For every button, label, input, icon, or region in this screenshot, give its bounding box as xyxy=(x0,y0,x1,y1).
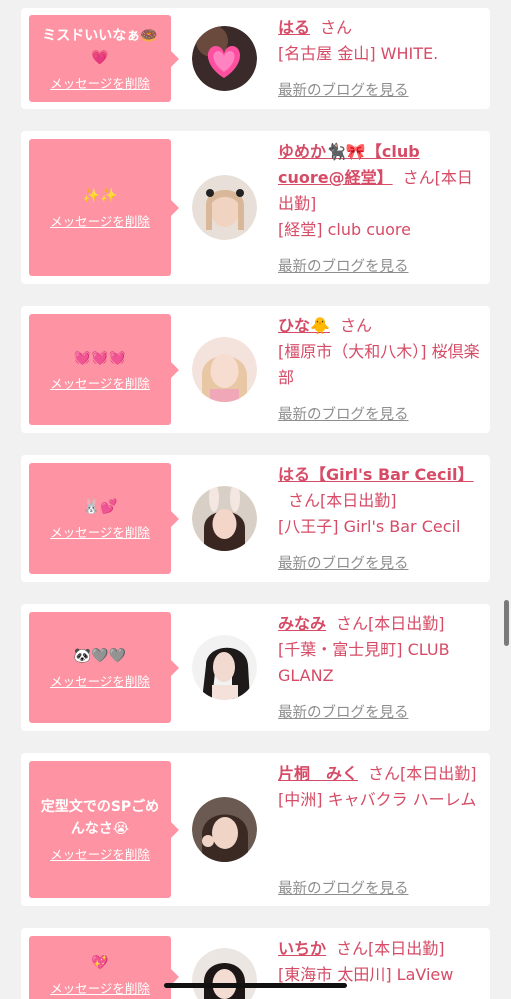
message-text: ミスドいいなぁ🍩💗 xyxy=(42,28,158,66)
latest-blog-link[interactable]: 最新のブログを見る xyxy=(278,255,409,276)
avatar[interactable] xyxy=(192,175,257,240)
latest-blog-link[interactable]: 最新のブログを見る xyxy=(278,701,409,722)
message-text: 💖 xyxy=(91,955,109,971)
shop-name: [経堂] club cuore xyxy=(278,220,411,239)
cast-info: ゆめか🐈‍⬛🎀【club cuore@経堂】 さん[本日出勤] [経堂] club… xyxy=(278,139,486,243)
delete-message-link[interactable]: メッセージを削除 xyxy=(50,671,150,690)
cast-info: 片桐 みく さん[本日出勤] [中洲] キャバクラ ハーレム xyxy=(278,761,486,813)
message-bubble: 💓💓💓 メッセージを削除 xyxy=(29,314,179,425)
message-bubble: 🐰💕 メッセージを削除 xyxy=(29,463,179,574)
shop-name: [千葉・富士見町] CLUB GLANZ xyxy=(278,640,450,685)
message-text: 💓💓💓 xyxy=(73,350,127,366)
avatar[interactable] xyxy=(192,797,257,862)
cast-name-link[interactable]: 片桐 みく xyxy=(278,764,358,783)
message-card: 🐼🩶🩶 メッセージを削除 みなみ さん[本日出勤] [千葉・富士見町] CLUB … xyxy=(21,604,490,731)
latest-blog-link[interactable]: 最新のブログを見る xyxy=(278,79,409,100)
cast-name-link[interactable]: ひな🐥 xyxy=(278,316,330,335)
message-text: 🐰💕 xyxy=(82,499,118,515)
honorific: さん xyxy=(339,316,372,335)
cast-name-link[interactable]: ゆめか🐈‍⬛🎀【club cuore@経堂】 xyxy=(278,142,420,187)
honorific: さん xyxy=(320,18,353,37)
delete-message-link[interactable]: メッセージを削除 xyxy=(50,978,150,997)
avatar[interactable] xyxy=(192,948,257,999)
message-text: ✨✨ xyxy=(82,188,118,204)
cast-info: みなみ さん[本日出勤] [千葉・富士見町] CLUB GLANZ xyxy=(278,611,486,689)
cast-info: いちか さん[本日出勤] [東海市 太田川] LaView xyxy=(278,936,486,988)
message-card: ✨✨ メッセージを削除 ゆめか🐈‍⬛🎀【club cuore@経堂】 さん[本日出… xyxy=(21,131,490,284)
shop-name: [中洲] キャバクラ ハーレム xyxy=(278,790,477,809)
cast-info: はる【Girl's Bar Cecil】さん[本日出勤] [八王子] Girl'… xyxy=(278,462,486,540)
shop-name: [名古屋 金山] WHITE. xyxy=(278,44,439,63)
home-indicator[interactable] xyxy=(164,983,347,988)
latest-blog-link[interactable]: 最新のブログを見る xyxy=(278,552,409,573)
cast-name-link[interactable]: はる xyxy=(278,18,310,37)
cast-info: ひな🐥 さん [橿原市（大和八木）] 桜倶楽部 xyxy=(278,313,486,391)
delete-message-link[interactable]: メッセージを削除 xyxy=(50,73,150,92)
message-card: 💖 メッセージを削除 いちか さん[本日出勤] [東海市 太田川] LaView xyxy=(21,928,490,999)
cast-name-link[interactable]: はる【Girl's Bar Cecil】 xyxy=(278,465,474,484)
message-bubble: 🐼🩶🩶 メッセージを削除 xyxy=(29,612,179,723)
message-text: 🐼🩶🩶 xyxy=(73,648,127,664)
latest-blog-link[interactable]: 最新のブログを見る xyxy=(278,877,409,898)
shop-name: [橿原市（大和八木）] 桜倶楽部 xyxy=(278,342,480,387)
delete-message-link[interactable]: メッセージを削除 xyxy=(50,844,150,863)
avatar[interactable] xyxy=(192,26,257,91)
message-bubble: 💖 メッセージを削除 xyxy=(29,936,179,999)
honorific: さん[本日出勤] xyxy=(336,939,445,958)
shop-name: [東海市 太田川] LaView xyxy=(278,965,454,984)
honorific: さん[本日出勤] xyxy=(368,764,477,783)
message-card: 🐰💕 メッセージを削除 はる【Girl's Bar Cecil】さん[本日出勤]… xyxy=(21,455,490,582)
delete-message-link[interactable]: メッセージを削除 xyxy=(50,211,150,230)
latest-blog-link[interactable]: 最新のブログを見る xyxy=(278,403,409,424)
scrollbar[interactable] xyxy=(504,600,509,646)
message-card: 定型文でのSPごめんなさ😭 メッセージを削除 片桐 みく さん[本日出勤] [中洲… xyxy=(21,753,490,906)
honorific: さん[本日出勤] xyxy=(336,614,445,633)
message-text: 定型文でのSPごめんなさ😭 xyxy=(40,799,160,837)
delete-message-link[interactable]: メッセージを削除 xyxy=(50,522,150,541)
cast-info: はる さん [名古屋 金山] WHITE. xyxy=(278,15,486,67)
cast-name-link[interactable]: いちか xyxy=(278,939,326,958)
message-card: 💓💓💓 メッセージを削除 ひな🐥 さん [橿原市（大和八木）] 桜倶楽部 最新のブ… xyxy=(21,306,490,433)
message-bubble: ✨✨ メッセージを削除 xyxy=(29,139,179,276)
avatar[interactable] xyxy=(192,486,257,551)
delete-message-link[interactable]: メッセージを削除 xyxy=(50,373,150,392)
message-bubble: ミスドいいなぁ🍩💗 メッセージを削除 xyxy=(29,15,179,102)
shop-name: [八王子] Girl's Bar Cecil xyxy=(278,517,461,536)
message-bubble: 定型文でのSPごめんなさ😭 メッセージを削除 xyxy=(29,761,179,898)
avatar[interactable] xyxy=(192,337,257,402)
avatar[interactable] xyxy=(192,635,257,700)
honorific: さん[本日出勤] xyxy=(288,491,397,510)
message-card: ミスドいいなぁ🍩💗 メッセージを削除 はる さん [名古屋 金山] WHITE. … xyxy=(21,8,490,109)
cast-name-link[interactable]: みなみ xyxy=(278,614,326,633)
